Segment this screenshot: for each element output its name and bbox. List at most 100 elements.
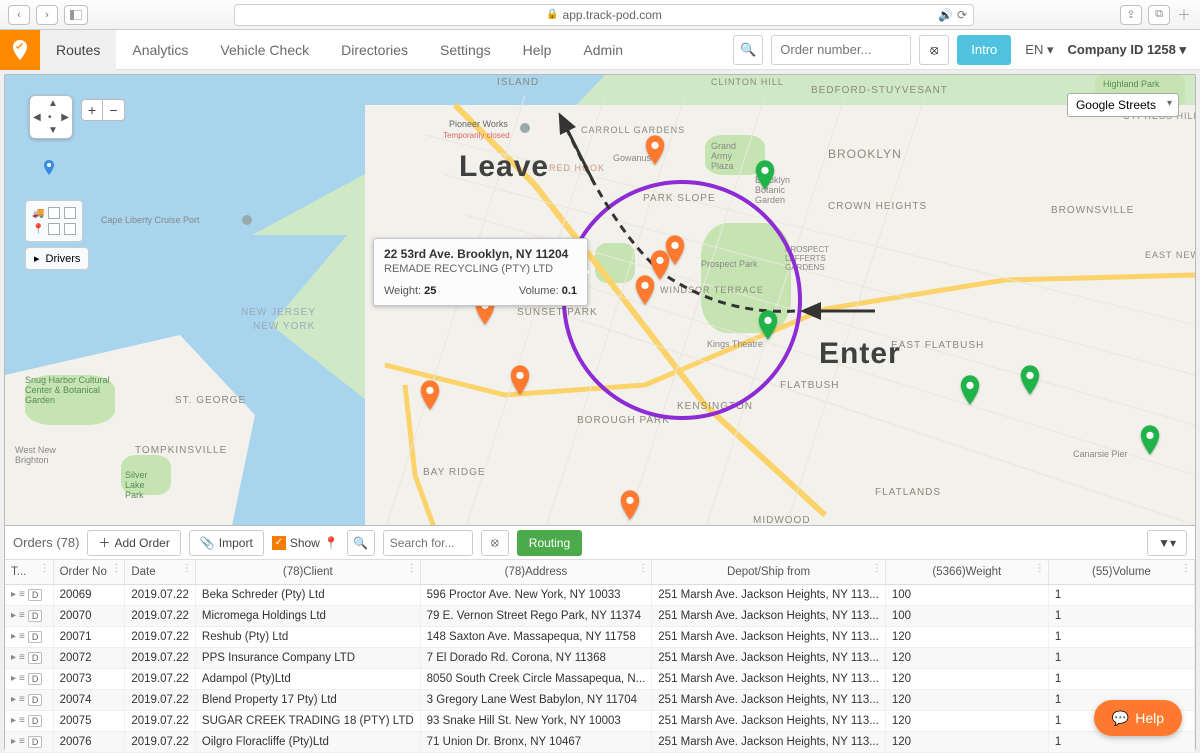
map-marker[interactable] <box>509 365 531 395</box>
table-row[interactable]: ▸≡D 200732019.07.22Adampol (Pty)Ltd8050 … <box>5 668 1195 689</box>
table-search-icon[interactable]: 🔍 <box>347 530 375 556</box>
nav-settings[interactable]: Settings <box>424 30 507 70</box>
map-label: CARROLL GARDENS <box>581 125 685 135</box>
map-label: NEW YORK <box>253 321 315 332</box>
search-icon[interactable]: 🔍 <box>733 35 763 65</box>
nav-directories[interactable]: Directories <box>325 30 424 70</box>
map-marker[interactable] <box>754 160 776 190</box>
pin-icon: 📍 <box>324 536 339 550</box>
map-marker[interactable] <box>644 135 666 165</box>
geofence-circle <box>562 180 802 420</box>
map-label: BROWNSVILLE <box>1051 205 1134 216</box>
map-marker[interactable] <box>1139 425 1161 455</box>
table-row[interactable]: ▸≡D 200752019.07.22SUGAR CREEK TRADING 1… <box>5 710 1195 731</box>
add-order-button[interactable]: ＋Add Order <box>87 530 180 556</box>
map-layer-select[interactable]: Google Streets <box>1067 93 1179 117</box>
back-button[interactable]: ‹ <box>8 5 30 25</box>
map-label: Silver Lake Park <box>125 470 165 500</box>
zoom-out-button[interactable]: − <box>103 99 125 121</box>
map-label: BAY RIDGE <box>423 467 486 478</box>
orders-title: Orders (78) <box>13 535 79 550</box>
filter-button[interactable]: ▼▾ <box>1147 530 1187 556</box>
top-nav: RoutesAnalyticsVehicle CheckDirectoriesS… <box>0 30 1200 70</box>
zoom-control[interactable]: + − <box>81 99 125 121</box>
language-selector[interactable]: EN ▾ <box>1019 42 1059 58</box>
map-label: BROOKLYN <box>828 147 902 161</box>
tooltip-address: 22 53rd Ave. Brooklyn, NY 11204 <box>384 247 577 261</box>
new-tab-button[interactable]: ＋ <box>1176 5 1192 25</box>
annotation-enter: Enter <box>819 337 901 371</box>
map-label: FLATLANDS <box>875 487 941 498</box>
table-search-input[interactable] <box>383 530 473 556</box>
map-label: BEDFORD-STUYVESANT <box>811 85 948 96</box>
company-selector[interactable]: Company ID 1258 ▾ <box>1067 42 1186 58</box>
map-label: EAST FLATBUSH <box>891 340 984 351</box>
intro-button[interactable]: Intro <box>957 35 1011 65</box>
pin-button[interactable] <box>41 160 57 185</box>
clear-search-button[interactable]: ⦻ <box>919 35 949 65</box>
map-label: Temporarily closed <box>443 131 510 140</box>
pan-control[interactable]: ▲▼ ◀▶ • <box>29 95 73 139</box>
map-label: ST. GEORGE <box>175 395 246 406</box>
nav-analytics[interactable]: Analytics <box>116 30 204 70</box>
reload-icon[interactable]: 🔊 ⟳ <box>938 8 967 22</box>
map-marker[interactable] <box>619 490 641 520</box>
map-label: Pioneer Works <box>449 119 508 129</box>
table-row[interactable]: ▸≡D 200722019.07.22PPS Insurance Company… <box>5 647 1195 668</box>
table-row[interactable]: ▸≡D 200702019.07.22Micromega Holdings Lt… <box>5 605 1195 626</box>
map-marker[interactable] <box>959 375 981 405</box>
map-marker[interactable] <box>649 250 671 280</box>
chat-icon: 💬 <box>1112 710 1129 727</box>
nav-vehicle-check[interactable]: Vehicle Check <box>204 30 325 70</box>
order-search-input[interactable] <box>771 35 911 65</box>
map-label: Island <box>497 77 539 88</box>
map-marker[interactable] <box>1019 365 1041 395</box>
nav-routes[interactable]: Routes <box>40 30 116 70</box>
map-label: NEW JERSEY <box>241 307 316 318</box>
map-label: Snug Harbor Cultural Center & Botanical … <box>25 375 115 405</box>
map-label: Grand Army Plaza <box>711 141 751 171</box>
marker-tooltip: 22 53rd Ave. Brooklyn, NY 11204 REMADE R… <box>373 238 588 306</box>
table-row[interactable]: ▸≡D 200712019.07.22Reshub (Pty) Ltd148 S… <box>5 626 1195 647</box>
forward-button[interactable]: › <box>36 5 58 25</box>
app-logo[interactable] <box>0 30 40 70</box>
url-bar[interactable]: 🔒 app.track-pod.com 🔊 ⟳ <box>234 4 974 26</box>
orders-panel: Orders (78) ＋Add Order 📎Import ✓Show 📍 🔍… <box>4 525 1196 750</box>
map-marker[interactable] <box>757 310 779 340</box>
sidebar-toggle[interactable] <box>64 5 88 25</box>
lock-icon: 🔒 <box>546 9 558 20</box>
map[interactable]: BEDFORD-STUYVESANT BROOKLYN CROWN HEIGHT… <box>4 74 1196 529</box>
routing-button[interactable]: Routing <box>517 530 582 556</box>
zoom-in-button[interactable]: + <box>81 99 103 121</box>
show-toggle[interactable]: ✓Show 📍 <box>272 536 339 550</box>
table-row[interactable]: ▸≡D 200692019.07.22Beka Schreder (Pty) L… <box>5 584 1195 605</box>
tabs-icon[interactable]: ⧉ <box>1148 5 1170 25</box>
url-text: app.track-pod.com <box>563 8 662 22</box>
import-button[interactable]: 📎Import <box>189 530 264 556</box>
map-label: Cape Liberty Cruise Port <box>101 215 200 225</box>
map-label: FLATBUSH <box>780 380 840 391</box>
annotation-leave: Leave <box>459 150 549 184</box>
nav-admin[interactable]: Admin <box>567 30 639 70</box>
map-label: RED HOOK <box>549 163 605 173</box>
map-label: EAST NEW YORK <box>1145 250 1196 260</box>
map-label: TOMPKINSVILLE <box>135 445 227 456</box>
orders-table: T...⋮ Order No⋮ Date⋮ (78)Client⋮ (78)Ad… <box>5 560 1195 753</box>
map-label: West New Brighton <box>15 445 75 465</box>
table-clear-button[interactable]: ⦻ <box>481 530 509 556</box>
drivers-toggle[interactable]: ▸Drivers <box>25 247 89 270</box>
browser-chrome: ‹ › 🔒 app.track-pod.com 🔊 ⟳ ⇪ ⧉ ＋ <box>0 0 1200 30</box>
map-label: Highland Park <box>1103 79 1160 89</box>
table-row[interactable]: ▸≡D 200742019.07.22Blend Property 17 Pty… <box>5 689 1195 710</box>
help-button[interactable]: 💬Help <box>1094 700 1182 736</box>
map-label: Canarsie Pier <box>1073 449 1128 459</box>
map-label: CROWN HEIGHTS <box>828 201 927 212</box>
map-label: CLINTON HILL <box>711 77 784 87</box>
tooltip-client: REMADE RECYCLING (PTY) LTD <box>384 263 577 275</box>
orders-toolbar: Orders (78) ＋Add Order 📎Import ✓Show 📍 🔍… <box>5 526 1195 560</box>
share-icon[interactable]: ⇪ <box>1120 5 1142 25</box>
map-marker[interactable] <box>419 380 441 410</box>
nav-help[interactable]: Help <box>507 30 568 70</box>
map-layers-panel[interactable]: 🚚 📍 <box>25 200 83 242</box>
table-row[interactable]: ▸≡D 200762019.07.22Oilgro Floracliffe (P… <box>5 731 1195 752</box>
